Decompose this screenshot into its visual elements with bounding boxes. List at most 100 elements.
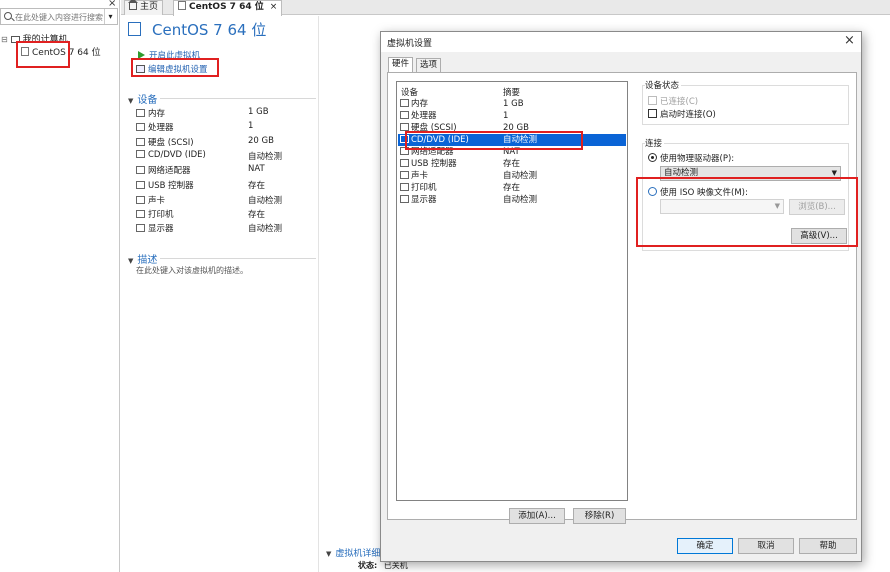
tab-hardware[interactable]: 硬件: [388, 57, 414, 73]
device-value: 存在: [248, 181, 266, 191]
dialog-titlebar[interactable]: [381, 32, 861, 52]
list-item-name: 显示器: [411, 195, 437, 205]
connected-checkbox[interactable]: 已连接(C): [648, 95, 698, 107]
list-item[interactable]: 声卡 自动检测: [398, 170, 626, 182]
device-name: 声卡: [148, 196, 166, 206]
tab-options[interactable]: 选项: [416, 58, 442, 73]
highlight-box-iso: [636, 177, 858, 247]
harddisk-icon: [400, 123, 409, 131]
device-row-sound[interactable]: 声卡 自动检测: [136, 194, 316, 208]
details-section-header[interactable]: ▼ 虚拟机详细: [326, 546, 380, 559]
list-item-summary: 存在: [503, 183, 521, 193]
display-icon: [136, 224, 145, 232]
use-physical-drive-label: 使用物理驱动器(P):: [660, 154, 735, 164]
device-name: CD/DVD (IDE): [148, 150, 206, 160]
device-status-label: 设备状态: [645, 79, 682, 91]
collapse-triangle-icon: ▼: [128, 97, 134, 105]
vm-settings-dialog: 虚拟机设置 × 硬件 选项 设备 摘要 内存 1 GB 处理器 1 硬盘 (SCSI…: [380, 31, 862, 562]
device-row-display[interactable]: 显示器 自动检测: [136, 222, 316, 236]
help-button[interactable]: 帮助: [799, 538, 857, 554]
list-item-name: 声卡: [411, 171, 429, 181]
list-item-summary: 1: [503, 111, 509, 121]
tab-close-icon[interactable]: ×: [270, 2, 278, 12]
pane-divider: [318, 16, 319, 572]
tab-home[interactable]: 主页: [124, 0, 164, 15]
devices-section-header[interactable]: ▼ 设备: [128, 91, 157, 106]
devices-section-label: 设备: [137, 95, 158, 106]
usb-icon: [400, 159, 409, 167]
printer-icon: [136, 210, 145, 218]
list-item-name: 内存: [411, 99, 429, 109]
list-item-summary: 1 GB: [503, 99, 524, 109]
collapse-triangle-icon: ▼: [326, 550, 332, 558]
dialog-title: 虚拟机设置: [387, 39, 433, 49]
hardware-panel: 设备 摘要 内存 1 GB 处理器 1 硬盘 (SCSI) 20 GB CD/DVD …: [387, 72, 858, 524]
list-header-device: 设备: [401, 88, 419, 98]
add-hardware-button[interactable]: 添加(A)...: [509, 508, 565, 524]
harddisk-icon: [136, 138, 145, 146]
device-value: 1: [248, 121, 254, 131]
connect-at-power-on-label: 启动时连接(O): [660, 110, 716, 120]
cancel-button[interactable]: 取消: [738, 538, 794, 554]
list-item-summary: 自动检测: [503, 195, 538, 205]
device-row-usb[interactable]: USB 控制器 存在: [136, 179, 316, 193]
details-section-label: 虚拟机详细: [335, 549, 381, 559]
list-item[interactable]: 处理器 1: [398, 110, 626, 122]
library-search-input[interactable]: 在此处键入内容进行搜索 ▾: [0, 8, 118, 25]
connection-label: 连接: [645, 137, 665, 149]
ok-button[interactable]: 确定: [677, 538, 733, 554]
highlight-box-edit: [131, 58, 219, 77]
connect-at-power-on-checkbox[interactable]: 启动时连接(O): [648, 108, 716, 120]
device-name: 网络适配器: [148, 166, 191, 176]
description-section-header[interactable]: ▼ 描述: [128, 251, 157, 266]
device-row-memory[interactable]: 内存 1 GB: [136, 107, 316, 121]
highlight-box-cdrom: [405, 131, 583, 150]
tab-home-label: 主页: [140, 2, 159, 12]
description-placeholder[interactable]: 在此处键入对该虚拟机的描述。: [136, 265, 248, 276]
memory-icon: [136, 109, 145, 117]
radio-icon: [648, 153, 657, 162]
list-item-name: USB 控制器: [411, 159, 457, 169]
device-value: NAT: [248, 164, 265, 174]
device-name: 硬盘 (SCSI): [148, 138, 194, 148]
usb-icon: [136, 181, 145, 189]
device-row-network[interactable]: 网络适配器 NAT: [136, 164, 316, 178]
connected-label: 已连接(C): [660, 97, 699, 107]
page-title: CentOS 7 64 位: [152, 21, 267, 39]
list-header-summary: 摘要: [503, 88, 521, 98]
collapse-triangle-icon: ▼: [128, 257, 134, 265]
device-row-printer[interactable]: 打印机 存在: [136, 208, 316, 222]
status-value: 已关机: [383, 561, 408, 570]
section-divider: [160, 98, 316, 99]
list-item[interactable]: 显示器 自动检测: [398, 194, 626, 206]
use-physical-drive-radio[interactable]: 使用物理驱动器(P):: [648, 152, 734, 164]
display-icon: [400, 195, 409, 203]
vm-icon: [178, 1, 186, 10]
tab-bar: 主页 CentOS 7 64 位 ×: [121, 0, 890, 16]
highlight-box-vm: [16, 41, 70, 68]
cpu-icon: [136, 123, 145, 131]
vm-title-icon: [128, 22, 141, 36]
device-name: USB 控制器: [148, 181, 194, 191]
dialog-close-icon[interactable]: ×: [844, 33, 855, 48]
hardware-list[interactable]: 设备 摘要 内存 1 GB 处理器 1 硬盘 (SCSI) 20 GB CD/DVD …: [396, 81, 628, 501]
printer-icon: [400, 183, 409, 191]
device-row-harddisk[interactable]: 硬盘 (SCSI) 20 GB: [136, 136, 316, 150]
device-row-cpu[interactable]: 处理器 1: [136, 121, 316, 135]
device-value: 1 GB: [248, 107, 269, 117]
list-item[interactable]: 内存 1 GB: [398, 98, 626, 110]
chevron-down-icon[interactable]: ▾: [104, 9, 116, 24]
list-item-summary: 自动检测: [503, 171, 538, 181]
list-item[interactable]: 打印机 存在: [398, 182, 626, 194]
remove-hardware-button[interactable]: 移除(R): [573, 508, 626, 524]
tree-collapse-icon[interactable]: ⊟: [1, 35, 8, 44]
list-item[interactable]: USB 控制器 存在: [398, 158, 626, 170]
tab-centos-label: CentOS 7 64 位: [189, 2, 264, 12]
tab-centos[interactable]: CentOS 7 64 位 ×: [173, 0, 283, 16]
device-row-cdrom[interactable]: CD/DVD (IDE) 自动检测: [136, 150, 316, 164]
device-name: 打印机: [148, 210, 174, 220]
cpu-icon: [400, 111, 409, 119]
device-value: 存在: [248, 210, 266, 220]
device-name: 内存: [148, 109, 166, 119]
network-icon: [136, 166, 145, 174]
